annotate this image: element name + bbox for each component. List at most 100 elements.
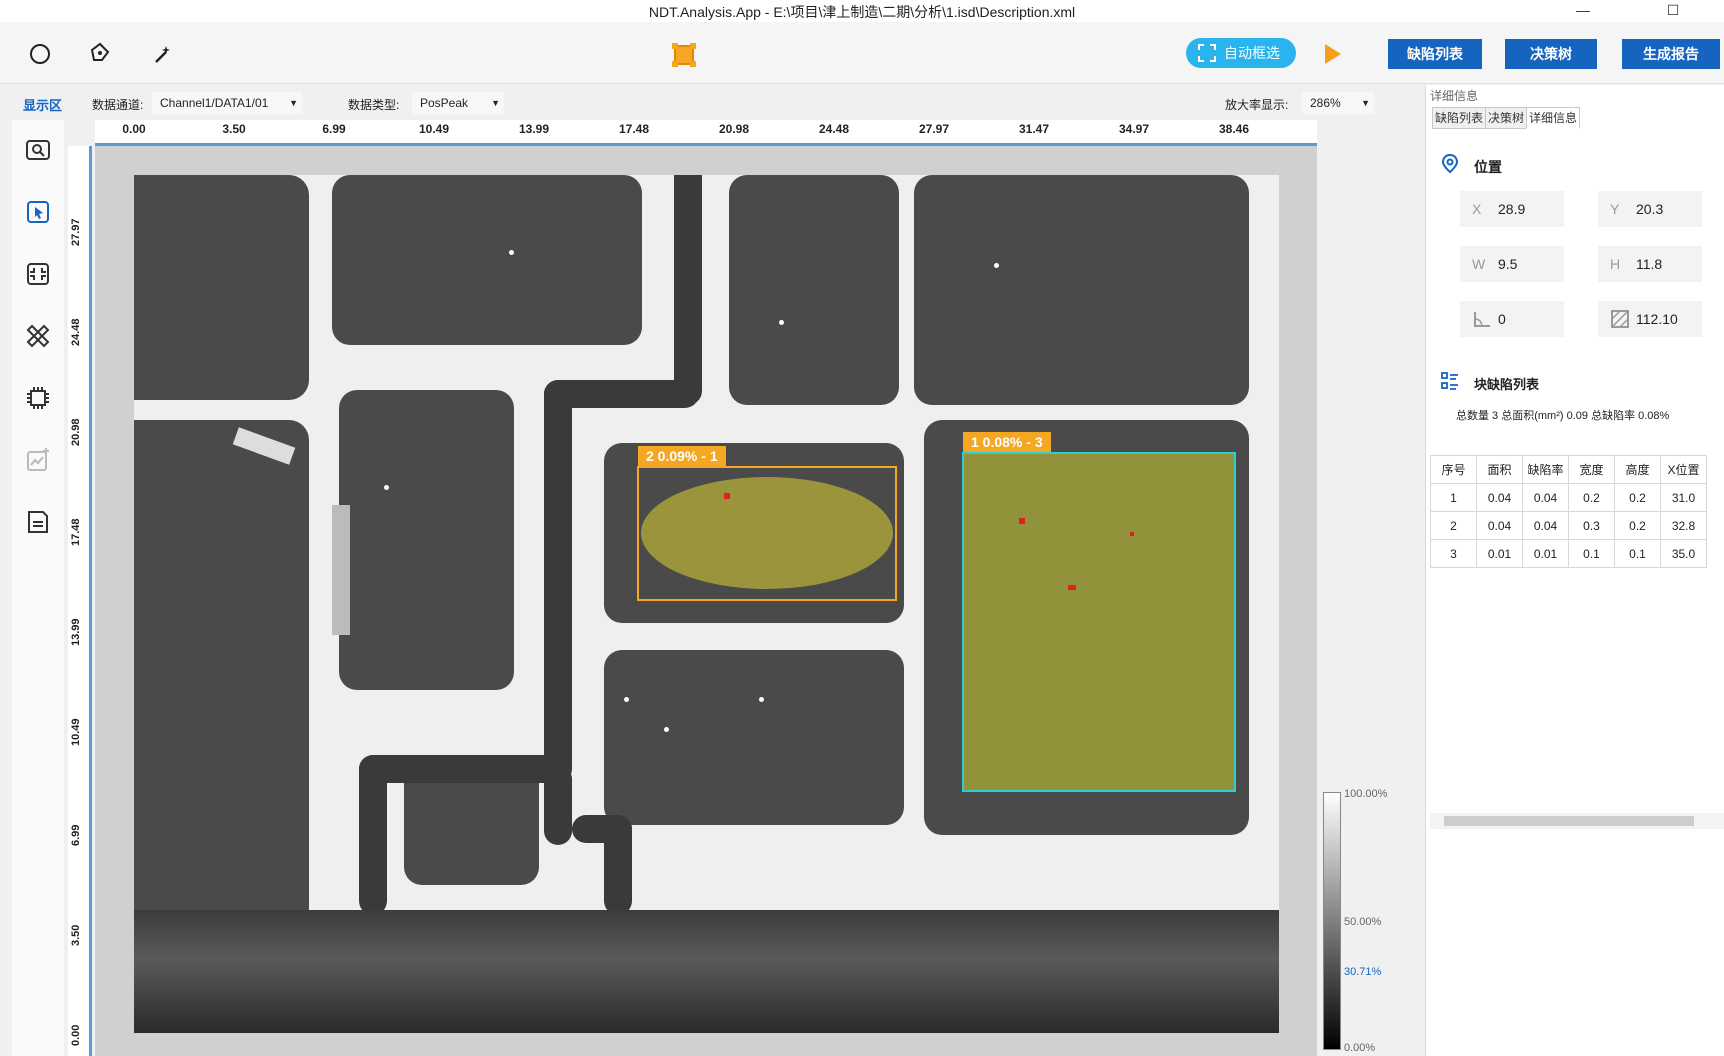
magic-wand-icon[interactable] — [148, 40, 176, 68]
col-area[interactable]: 面积 — [1476, 455, 1523, 484]
w-value: 9.5 — [1498, 256, 1518, 272]
cell: 1 — [1430, 483, 1477, 512]
table-row[interactable]: 3 0.01 0.01 0.1 0.1 35.0 — [1430, 539, 1707, 568]
w-label: W — [1472, 256, 1486, 272]
channel-select[interactable]: Channel1/DATA1/01 ▼ — [152, 92, 302, 114]
x-tick: 27.97 — [918, 122, 950, 136]
x-tick: 38.46 — [1218, 122, 1250, 136]
tab-defect-list[interactable]: 缺陷列表 — [1432, 107, 1487, 129]
image-search-icon[interactable] — [24, 136, 52, 164]
pointer-select-icon[interactable] — [24, 198, 52, 226]
colorbar-threshold[interactable]: 30.71% — [1344, 966, 1381, 978]
x-tick: 31.47 — [1018, 122, 1050, 136]
defect-summary: 总数量 3 总面积(mm²) 0.09 总缺陷率 0.08% — [1456, 410, 1670, 422]
area-field[interactable]: 112.10 — [1598, 301, 1702, 337]
x-tick: 10.49 — [418, 122, 450, 136]
y-tick: 20.98 — [70, 418, 82, 446]
y-tick: 27.97 — [70, 218, 82, 246]
angle-icon — [1472, 309, 1492, 332]
x-tick: 3.50 — [222, 122, 246, 136]
colorbar — [1323, 792, 1341, 1050]
type-value: PosPeak — [420, 96, 469, 110]
circle-tool-icon[interactable] — [26, 40, 54, 68]
x-label: X — [1472, 201, 1482, 217]
pen-tool-icon[interactable] — [86, 40, 114, 68]
y-tick: 3.50 — [70, 924, 82, 946]
zoom-select[interactable]: 286% ▼ — [1302, 92, 1374, 114]
x-value: 28.9 — [1498, 201, 1526, 217]
cell: 0.2 — [1614, 483, 1661, 512]
generate-report-button[interactable]: 生成报告 — [1622, 39, 1720, 69]
x-tick: 17.48 — [618, 122, 650, 136]
select-frame-icon[interactable] — [671, 42, 699, 70]
x-field[interactable]: X 28.9 — [1460, 191, 1564, 227]
panel-header: 详细信息 — [1430, 89, 1479, 103]
angle-field[interactable]: 0 — [1460, 301, 1564, 337]
tab-details[interactable]: 详细信息 — [1526, 107, 1581, 129]
location-icon — [1440, 153, 1460, 180]
width-field[interactable]: W 9.5 — [1460, 246, 1564, 282]
block-defect-list-title: 块缺陷列表 — [1474, 377, 1540, 392]
scrollbar-thumb[interactable] — [1444, 816, 1694, 826]
x-tick: 34.97 — [1118, 122, 1150, 136]
list-icon — [1440, 371, 1460, 396]
position-title: 位置 — [1474, 159, 1502, 175]
cell: 31.0 — [1660, 483, 1707, 512]
cell: 0.04 — [1522, 483, 1569, 512]
cell: 3 — [1430, 539, 1477, 568]
col-height[interactable]: 高度 — [1614, 455, 1661, 484]
detail-panel: 详细信息 缺陷列表 决策树 详细信息 位置 X 28.9 Y 20.3 W 9.5 … — [1425, 85, 1724, 1056]
defect-point — [724, 493, 730, 499]
save-icon[interactable] — [24, 508, 52, 536]
panel-tabs: 缺陷列表 决策树 详细信息 — [1432, 107, 1581, 129]
defect-overlay — [637, 452, 1236, 792]
display-area-tab[interactable]: 显示区 — [23, 95, 62, 114]
y-tick: 17.48 — [70, 518, 82, 546]
chip-icon[interactable] — [24, 384, 52, 412]
maximize-button[interactable]: ☐ — [1650, 0, 1696, 22]
auto-select-button[interactable]: 自动框选 — [1186, 38, 1296, 68]
defect-box-1[interactable] — [962, 452, 1236, 792]
chart-add-icon — [24, 446, 52, 474]
defect-region-2[interactable] — [641, 477, 893, 589]
chevron-down-icon: ▼ — [289, 98, 298, 108]
col-x-position[interactable]: X位置 — [1660, 455, 1707, 484]
colorbar-tick: 100.00% — [1344, 788, 1388, 800]
x-tick: 0.00 — [122, 122, 146, 136]
vertical-ruler: 27.97 24.48 20.98 17.48 13.99 10.49 6.99… — [68, 146, 92, 1056]
cell: 0.01 — [1522, 539, 1569, 568]
defect-label-2[interactable]: 2 0.09% - 1 — [638, 446, 726, 466]
tab-decision-tree[interactable]: 决策树 — [1485, 107, 1528, 129]
defect-point — [1068, 585, 1076, 590]
defect-label-1[interactable]: 1 0.08% - 3 — [963, 432, 1051, 452]
height-field[interactable]: H 11.8 — [1598, 246, 1702, 282]
decision-tree-button[interactable]: 决策树 — [1505, 39, 1597, 69]
table-scrollbar[interactable] — [1430, 813, 1724, 829]
x-tick: 20.98 — [718, 122, 750, 136]
minimize-button[interactable]: — — [1560, 0, 1606, 22]
angle-value: 0 — [1498, 311, 1506, 327]
h-label: H — [1610, 256, 1621, 272]
cell: 0.1 — [1568, 539, 1615, 568]
area-value: 112.10 — [1636, 311, 1678, 327]
defect-table: 序号 面积 缺陷率 宽度 高度 X位置 1 0.04 0.04 0.2 0.2 … — [1430, 455, 1707, 568]
table-row[interactable]: 1 0.04 0.04 0.2 0.2 31.0 — [1430, 483, 1707, 512]
col-defect-rate[interactable]: 缺陷率 — [1522, 455, 1569, 484]
type-label: 数据类型: — [348, 98, 400, 112]
fit-view-icon[interactable] — [24, 260, 52, 288]
type-select[interactable]: PosPeak ▼ — [412, 92, 504, 114]
col-index[interactable]: 序号 — [1430, 455, 1477, 484]
col-width[interactable]: 宽度 — [1568, 455, 1615, 484]
window-title: NDT.Analysis.App - E:\项目\津上制造\二期\分析\1.is… — [648, 4, 1076, 20]
channel-value: Channel1/DATA1/01 — [160, 96, 269, 110]
defect-list-button[interactable]: 缺陷列表 — [1388, 39, 1482, 69]
patch-icon[interactable] — [24, 322, 52, 350]
y-field[interactable]: Y 20.3 — [1598, 191, 1702, 227]
cell: 0.2 — [1568, 483, 1615, 512]
cell: 0.01 — [1476, 539, 1523, 568]
colorbar-tick: 0.00% — [1344, 1042, 1376, 1054]
scan-image[interactable]: 2 0.09% - 1 1 0.08% - 3 — [134, 175, 1279, 1033]
y-tick: 10.49 — [70, 718, 82, 746]
table-row[interactable]: 2 0.04 0.04 0.3 0.2 32.8 — [1430, 511, 1707, 540]
play-icon[interactable] — [1325, 44, 1341, 64]
